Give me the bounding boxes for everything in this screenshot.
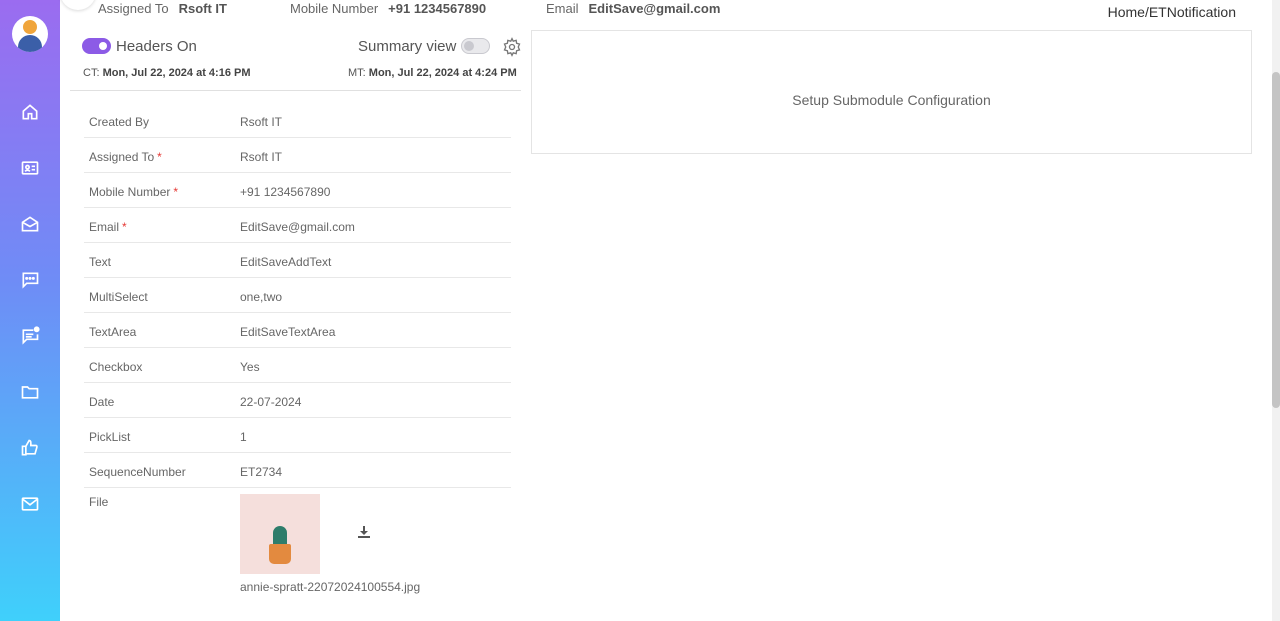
mail-icon[interactable] <box>18 492 42 516</box>
submodule-config-panel: Setup Submodule Configuration <box>531 30 1252 154</box>
notification-chat-icon[interactable] <box>18 324 42 348</box>
field-value: one,two <box>240 290 283 304</box>
mail-open-icon[interactable] <box>18 212 42 236</box>
header-mobile-label: Mobile Number <box>290 1 379 16</box>
field-value: EditSaveAddText <box>240 255 332 269</box>
field-value: ET2734 <box>240 465 283 479</box>
field-value: EditSaveTextArea <box>240 325 336 339</box>
field-row-multiselect: MultiSelect one,two <box>84 278 511 313</box>
gear-icon[interactable] <box>502 37 522 57</box>
header-divider <box>70 90 521 91</box>
field-value: EditSave@gmail.com <box>240 220 355 234</box>
headers-toggle[interactable] <box>82 38 111 54</box>
home-icon[interactable] <box>18 100 42 124</box>
header-assigned-to-label: Assigned To <box>98 1 169 16</box>
field-row-text: Text EditSaveAddText <box>84 243 511 278</box>
field-row-assigned-to: Assigned To * Rsoft IT <box>84 138 511 173</box>
header-mobile-value: +91 1234567890 <box>388 1 487 16</box>
back-button[interactable] <box>60 0 96 10</box>
field-value: +91 1234567890 <box>240 185 331 199</box>
field-value: Yes <box>240 360 260 374</box>
field-row-picklist: PickList 1 <box>84 418 511 453</box>
file-name-link[interactable]: annie-spratt-22072024100554.jpg <box>240 580 420 594</box>
avatar[interactable] <box>12 16 48 52</box>
field-label: Checkbox <box>89 360 143 374</box>
header-email: Email EditSave@gmail.com <box>546 1 720 16</box>
ct-value: Mon, Jul 22, 2024 at 4:16 PM <box>102 67 251 79</box>
field-row-created-by: Created By Rsoft IT <box>84 103 511 138</box>
mt-label: MT: <box>348 67 366 79</box>
field-label: Email * <box>89 220 127 234</box>
chat-icon[interactable] <box>18 268 42 292</box>
created-time: CT: Mon, Jul 22, 2024 at 4:16 PM <box>83 67 251 79</box>
header-assigned-to-value: Rsoft IT <box>178 1 227 16</box>
field-label: SequenceNumber <box>89 465 186 479</box>
breadcrumb[interactable]: Home/ETNotification <box>1108 4 1236 20</box>
header-assigned-to: Assigned To Rsoft IT <box>98 1 227 16</box>
modified-time: MT: Mon, Jul 22, 2024 at 4:24 PM <box>348 67 517 79</box>
file-field-label: File <box>89 495 109 509</box>
field-row-sequence-number: SequenceNumber ET2734 <box>84 453 511 488</box>
field-value: 1 <box>240 430 247 444</box>
field-value: Rsoft IT <box>240 115 283 129</box>
submodule-config-text[interactable]: Setup Submodule Configuration <box>532 92 1251 108</box>
header-mobile: Mobile Number +91 1234567890 <box>290 1 486 16</box>
field-label: Assigned To * <box>89 150 162 164</box>
field-label: TextArea <box>89 325 137 339</box>
sidebar <box>0 0 60 621</box>
header-email-label: Email <box>546 1 579 16</box>
field-value: 22-07-2024 <box>240 395 302 409</box>
field-label: MultiSelect <box>89 290 148 304</box>
field-row-textarea: TextArea EditSaveTextArea <box>84 313 511 348</box>
field-row-checkbox: Checkbox Yes <box>84 348 511 383</box>
download-icon[interactable] <box>356 524 372 540</box>
field-value: Rsoft IT <box>240 150 283 164</box>
ct-label: CT: <box>83 67 100 79</box>
field-row-mobile-number: Mobile Number * +91 1234567890 <box>84 173 511 208</box>
summary-view-toggle[interactable] <box>461 38 490 54</box>
headers-toggle-label: Headers On <box>116 38 197 55</box>
header-email-value: EditSave@gmail.com <box>588 1 721 16</box>
contact-card-icon[interactable] <box>18 156 42 180</box>
scrollbar-track[interactable] <box>1272 0 1280 621</box>
field-label: Created By <box>89 115 150 129</box>
thumbs-up-icon[interactable] <box>18 436 42 460</box>
field-row-date: Date 22-07-2024 <box>84 383 511 418</box>
field-label: PickList <box>89 430 131 444</box>
file-thumbnail[interactable] <box>240 494 320 574</box>
field-row-email: Email * EditSave@gmail.com <box>84 208 511 243</box>
summary-view-label: Summary view <box>358 38 457 55</box>
folder-icon[interactable] <box>18 380 42 404</box>
field-label: Mobile Number * <box>89 185 179 199</box>
mt-value: Mon, Jul 22, 2024 at 4:24 PM <box>368 67 517 79</box>
field-label: Date <box>89 395 115 409</box>
field-label: Text <box>89 255 112 269</box>
scrollbar-thumb[interactable] <box>1272 72 1280 408</box>
